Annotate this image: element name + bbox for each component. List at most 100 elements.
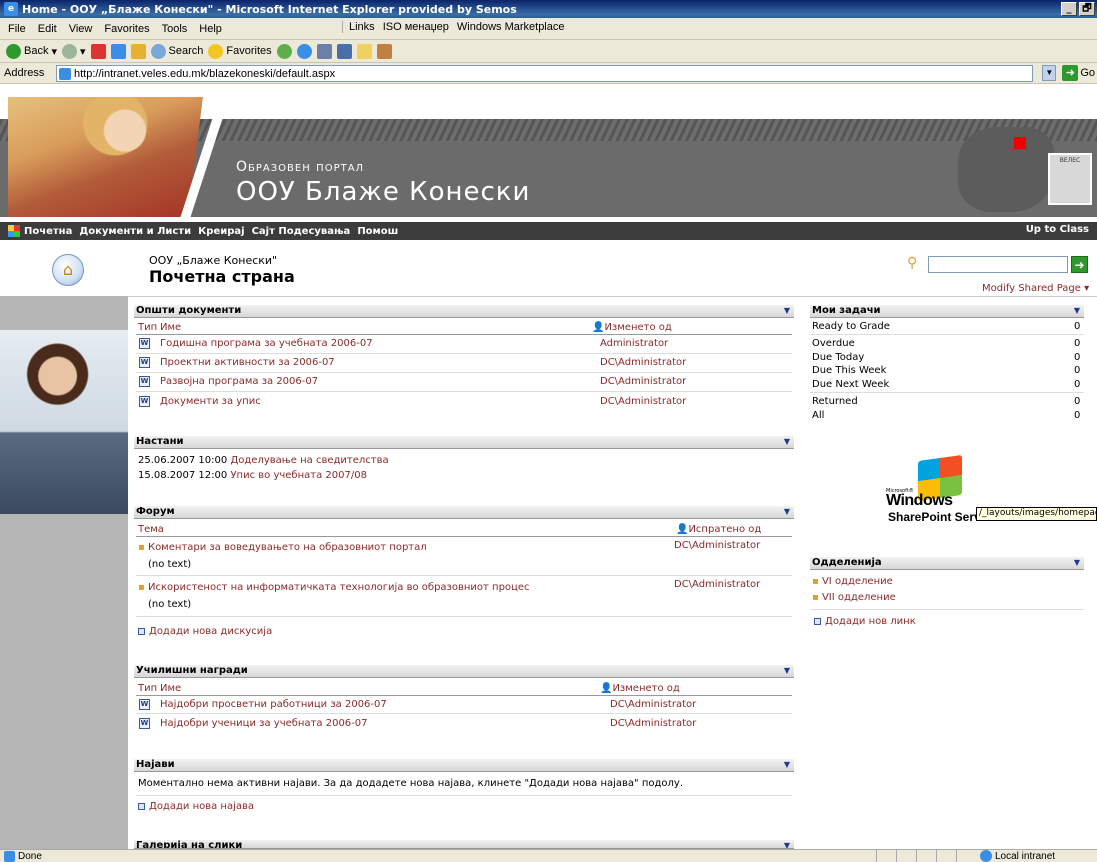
col-modified-by[interactable]: 👤Изменето од	[600, 683, 680, 694]
webpart-menu-arrow-icon[interactable]: ▼	[784, 436, 790, 448]
up-to-class-link[interactable]: Up to Class	[1026, 224, 1089, 235]
windows-sharepoint-services-logo[interactable]: Microsoft® Windows SharePoint Services	[880, 454, 1004, 526]
task-label[interactable]: Returned	[812, 396, 858, 407]
intranet-globe-icon	[980, 850, 992, 862]
print-icon[interactable]	[316, 43, 332, 59]
doc-link[interactable]: Проектни активности за 2006-07	[160, 357, 335, 368]
go-button[interactable]: ▼ ➜ Go	[1042, 65, 1095, 81]
col-type[interactable]: Тип	[138, 322, 157, 333]
forum-topic-link[interactable]: ▪ Искористеност на информатичката технол…	[138, 582, 530, 593]
doc-link[interactable]: Документи за упис	[160, 396, 261, 407]
webpart-menu-arrow-icon[interactable]: ▼	[784, 506, 790, 518]
col-sent-by[interactable]: 👤Испратено од	[676, 524, 761, 535]
col-modified-by[interactable]: 👤Изменето од	[592, 322, 672, 333]
class-link[interactable]: ▪ VII одделение	[812, 592, 896, 603]
col-name[interactable]: Име	[160, 683, 181, 694]
word-doc-icon: W	[139, 376, 150, 387]
task-label[interactable]: Due This Week	[812, 365, 886, 376]
webpart-menu-arrow-icon[interactable]: ▼	[784, 305, 790, 317]
webpart-menu-arrow-icon[interactable]: ▼	[784, 759, 790, 771]
class-link[interactable]: ▪ VI одделение	[812, 576, 893, 587]
mail-icon[interactable]	[296, 43, 312, 59]
search-button[interactable]: Search	[150, 43, 203, 59]
menu-file[interactable]: File	[8, 23, 26, 35]
restore-button[interactable]: 🗗	[1079, 2, 1095, 16]
menu-help[interactable]: Help	[199, 23, 222, 35]
links-bar: Links ISO менаџер Windows Marketplace	[342, 21, 564, 33]
task-label[interactable]: Due Today	[812, 352, 864, 363]
modify-shared-page-link[interactable]: Modify Shared Page ▾	[982, 283, 1089, 294]
go-label: Go	[1080, 67, 1095, 79]
status-bar: Done Local intranet	[0, 849, 1097, 862]
search-go-button[interactable]: ➜	[1071, 255, 1088, 273]
webpart-menu-arrow-icon[interactable]: ▼	[784, 665, 790, 677]
task-count: 0	[1074, 338, 1081, 349]
home-icon[interactable]	[130, 43, 146, 59]
minimize-button[interactable]: _	[1061, 2, 1077, 16]
refresh-icon[interactable]	[110, 43, 126, 59]
add-link-link[interactable]: Додади нов линк	[814, 616, 916, 627]
forum-post-body: (no text)	[148, 599, 192, 610]
page-header: ⌂ ООУ „Блаже Конески" Почетна страна ⚲ ➜…	[0, 245, 1097, 295]
award-link[interactable]: Најдобри просветни работници за 2006-07	[160, 699, 387, 710]
forward-button[interactable]: ▾	[62, 43, 86, 59]
modified-by-link[interactable]: DC\Administrator	[600, 396, 686, 407]
edit-icon[interactable]	[336, 43, 352, 59]
forum-author-link[interactable]: DC\Administrator	[674, 540, 760, 551]
event-item: 15.08.2007 12:00 Упис во учебната 2007/0…	[138, 470, 367, 481]
teacher-photo	[0, 330, 128, 514]
nav-create[interactable]: Креирај	[198, 226, 244, 237]
event-link[interactable]: Упис во учебната 2007/08	[230, 470, 366, 481]
link-iso-manager[interactable]: ISO менаџер	[383, 21, 449, 33]
col-topic[interactable]: Тема	[138, 524, 164, 535]
address-dropdown-icon[interactable]: ▼	[1042, 65, 1057, 81]
history-icon[interactable]	[276, 43, 292, 59]
task-count: 0	[1074, 396, 1081, 407]
add-discussion-link[interactable]: Додади нова дискусија	[138, 626, 272, 637]
search-input[interactable]	[928, 255, 1068, 273]
stop-icon[interactable]	[90, 43, 106, 59]
nav-home[interactable]: Почетна	[24, 226, 72, 237]
nav-site-settings[interactable]: Сајт Подесувања	[252, 226, 351, 237]
address-input[interactable]: http://intranet.veles.edu.mk/blazekonesk…	[56, 65, 1033, 82]
folder-icon[interactable]	[356, 43, 372, 59]
nav-documents-lists[interactable]: Документи и Листи	[79, 226, 191, 237]
event-link[interactable]: Доделување на сведителства	[230, 455, 388, 466]
modified-by-link[interactable]: DC\Administrator	[610, 699, 696, 710]
menu-view[interactable]: View	[69, 23, 93, 35]
task-label[interactable]: Overdue	[812, 338, 855, 349]
menu-edit[interactable]: Edit	[38, 23, 57, 35]
award-link[interactable]: Најдобри ученици за учебната 2006-07	[160, 718, 368, 729]
modified-by-link[interactable]: Administrator	[600, 338, 668, 349]
back-button[interactable]: Back ▾	[6, 43, 57, 59]
banner-title: ООУ Блаже Конески	[236, 177, 531, 207]
modified-by-link[interactable]: DC\Administrator	[600, 376, 686, 387]
word-doc-icon: W	[139, 396, 150, 407]
webpart-menu-arrow-icon[interactable]: ▼	[1074, 305, 1080, 317]
webpart-menu-arrow-icon[interactable]: ▼	[1074, 557, 1080, 569]
menu-favorites[interactable]: Favorites	[104, 23, 149, 35]
task-count: 0	[1074, 352, 1081, 363]
doc-link[interactable]: Годишна програма за учебната 2006-07	[160, 338, 373, 349]
home-icon[interactable]: ⌂	[52, 254, 84, 286]
favorites-button[interactable]: Favorites	[208, 43, 272, 59]
task-label[interactable]: All	[812, 410, 824, 421]
modified-by-link[interactable]: DC\Administrator	[600, 357, 686, 368]
webpart-menu-arrow-icon[interactable]: ▼	[784, 840, 790, 848]
col-type[interactable]: Тип	[138, 683, 157, 694]
forum-topic-link[interactable]: ▪ Коментари за воведувањето на образовни…	[138, 542, 427, 553]
menu-tools[interactable]: Tools	[162, 23, 188, 35]
link-windows-marketplace[interactable]: Windows Marketplace	[457, 21, 565, 33]
modified-by-link[interactable]: DC\Administrator	[610, 718, 696, 729]
forum-author-link[interactable]: DC\Administrator	[674, 579, 760, 590]
announcements-empty-text: Моментално нема активни најави. За да до…	[138, 778, 684, 789]
col-name[interactable]: Име	[160, 322, 181, 333]
task-label[interactable]: Due Next Week	[812, 379, 889, 390]
add-announcement-link[interactable]: Додади нова најава	[138, 801, 254, 812]
star-icon	[208, 43, 224, 59]
messenger-icon[interactable]	[376, 43, 392, 59]
task-label[interactable]: Ready to Grade	[812, 321, 890, 332]
security-zone[interactable]: Local intranet	[980, 850, 1055, 862]
doc-link[interactable]: Развојна програма за 2006-07	[160, 376, 318, 387]
nav-help[interactable]: Помош	[357, 226, 398, 237]
